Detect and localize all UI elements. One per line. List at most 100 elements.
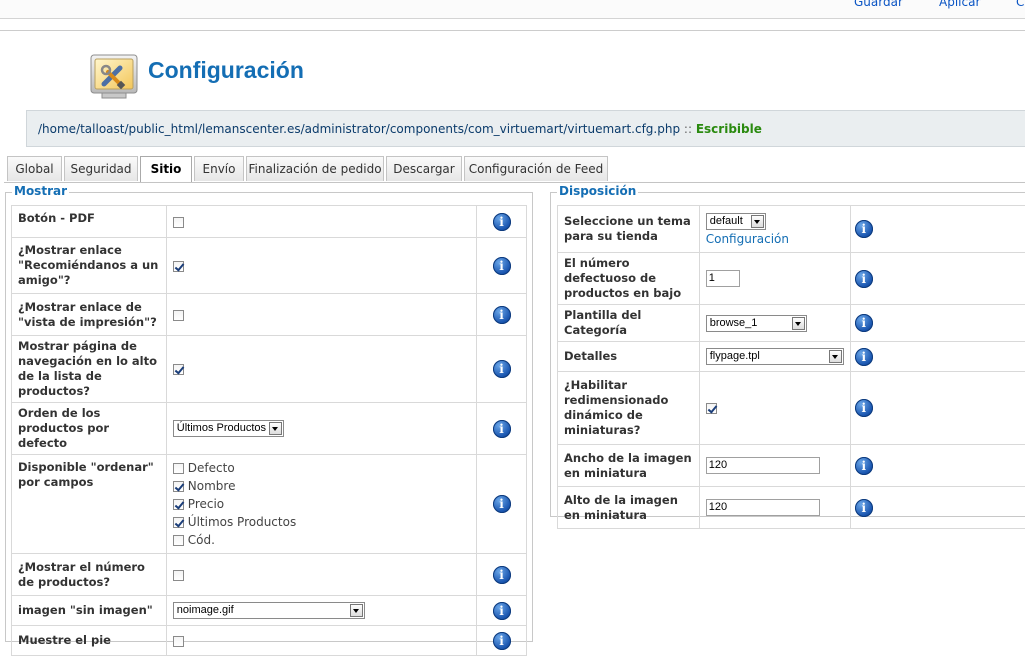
tab-configuracion-feed[interactable]: Configuración de Feed xyxy=(464,156,608,181)
config-row: Botón - PDF i xyxy=(12,206,527,238)
info-icon[interactable]: i xyxy=(855,457,873,475)
config-row: Ancho de la imagen en miniatura 120 i xyxy=(558,445,1025,487)
top-pagination-checkbox[interactable] xyxy=(173,364,184,375)
sort-option: Precio xyxy=(173,495,470,513)
sort-cod-checkbox[interactable] xyxy=(173,535,184,546)
sort-precio-checkbox[interactable] xyxy=(173,499,184,510)
row-label: Ancho de la imagen en miniatura xyxy=(558,445,700,487)
chevron-down-icon[interactable] xyxy=(350,604,363,617)
config-row: Seleccione un tema para su tienda defaul… xyxy=(558,206,1025,253)
thumb-height-input[interactable]: 120 xyxy=(706,499,820,516)
row-label: Botón - PDF xyxy=(12,206,167,238)
info-icon[interactable]: i xyxy=(855,348,873,366)
fieldset-legend: Disposición xyxy=(557,184,638,198)
products-per-row-input[interactable]: 1 xyxy=(706,270,740,287)
config-row: ¿Mostrar el número de productos? i xyxy=(12,554,527,596)
chevron-down-icon[interactable] xyxy=(792,317,805,330)
sort-option: Últimos Productos xyxy=(173,513,470,531)
flypage-select[interactable]: flypage.tpl xyxy=(706,348,844,365)
theme-select[interactable]: default xyxy=(706,213,766,230)
info-icon[interactable]: i xyxy=(855,270,873,288)
writable-status: Escribible xyxy=(696,122,762,136)
config-row: imagen "sin imagen" noimage.gif i xyxy=(12,596,527,626)
dynamic-thumb-resize-checkbox[interactable] xyxy=(706,403,717,414)
config-row: ¿Mostrar enlace de "vista de impresión"?… xyxy=(12,294,527,336)
info-icon[interactable]: i xyxy=(855,314,873,332)
default-order-select[interactable]: Últimos Productos xyxy=(173,420,284,437)
row-label: ¿Habilitar redimensionado dinámico de mi… xyxy=(558,372,700,445)
row-label: ¿Mostrar el número de productos? xyxy=(12,554,167,596)
print-view-checkbox[interactable] xyxy=(173,310,184,321)
config-tools-icon xyxy=(90,54,138,100)
row-label: Seleccione un tema para su tienda xyxy=(558,206,700,253)
show-footer-checkbox[interactable] xyxy=(173,636,184,647)
select-value: noimage.gif xyxy=(177,604,234,616)
tab-seguridad[interactable]: Seguridad xyxy=(64,156,138,181)
option-label: Defecto xyxy=(188,461,235,475)
option-label: Precio xyxy=(188,497,224,511)
info-icon[interactable]: i xyxy=(855,220,873,238)
tab-finalizacion-pedido[interactable]: Finalización de pedido xyxy=(246,156,384,181)
tab-descargar[interactable]: Descargar xyxy=(386,156,462,181)
info-icon[interactable]: i xyxy=(493,495,511,513)
info-icon[interactable]: i xyxy=(493,257,511,275)
sort-option: Nombre xyxy=(173,477,470,495)
header-divider xyxy=(0,30,1025,31)
apply-button[interactable]: Aplicar xyxy=(939,0,980,9)
sort-ultimos-checkbox[interactable] xyxy=(173,517,184,528)
config-row: Plantilla del Categoría browse_1 i xyxy=(558,305,1025,342)
chevron-down-icon[interactable] xyxy=(751,215,764,228)
option-label: Últimos Productos xyxy=(188,515,296,529)
no-image-select[interactable]: noimage.gif xyxy=(173,602,365,619)
config-row: Muestre el pie i xyxy=(12,626,527,656)
select-value: browse_1 xyxy=(710,317,758,329)
config-row: Orden de los productos por defecto Últim… xyxy=(12,403,527,455)
save-button[interactable]: Guardar xyxy=(854,0,903,9)
sort-option: Defecto xyxy=(173,459,470,477)
info-icon[interactable]: i xyxy=(493,602,511,620)
row-label: Alto de la imagen en miniatura xyxy=(558,487,700,529)
config-row: Mostrar página de navegación en lo alto … xyxy=(12,336,527,403)
info-icon[interactable]: i xyxy=(493,360,511,378)
info-icon[interactable]: i xyxy=(855,499,873,517)
chevron-down-icon[interactable] xyxy=(829,350,842,363)
show-product-count-checkbox[interactable] xyxy=(173,570,184,581)
cancel-button[interactable]: C xyxy=(1016,0,1024,9)
select-value: Últimos Productos xyxy=(177,422,266,434)
tab-envio[interactable]: Envío xyxy=(194,156,244,181)
row-label: Orden de los productos por defecto xyxy=(12,403,167,455)
config-row: ¿Habilitar redimensionado dinámico de mi… xyxy=(558,372,1025,445)
category-template-select[interactable]: browse_1 xyxy=(706,315,807,332)
row-label: ¿Mostrar enlace "Recomiéndanos a un amig… xyxy=(12,238,167,294)
info-icon[interactable]: i xyxy=(493,306,511,324)
select-value: flypage.tpl xyxy=(710,350,760,362)
config-row: ¿Mostrar enlace "Recomiéndanos a un amig… xyxy=(12,238,527,294)
pdf-button-checkbox[interactable] xyxy=(173,217,184,228)
info-icon[interactable]: i xyxy=(493,213,511,231)
chevron-down-icon[interactable] xyxy=(269,422,282,435)
info-icon[interactable]: i xyxy=(493,420,511,438)
disposicion-table: Seleccione un tema para su tienda defaul… xyxy=(557,205,1025,529)
thumb-width-input[interactable]: 120 xyxy=(706,457,820,474)
row-label: Mostrar página de navegación en lo alto … xyxy=(12,336,167,403)
sort-option: Cód. xyxy=(173,531,470,549)
sort-defecto-checkbox[interactable] xyxy=(173,463,184,474)
theme-config-link[interactable]: Configuración xyxy=(706,232,844,246)
sort-nombre-checkbox[interactable] xyxy=(173,481,184,492)
tab-underline xyxy=(4,182,1025,183)
info-icon[interactable]: i xyxy=(493,632,511,650)
config-file-path: /home/talloast/public_html/lemanscenter.… xyxy=(38,122,762,136)
tab-sitio[interactable]: Sitio xyxy=(140,156,192,183)
option-label: Nombre xyxy=(188,479,236,493)
info-icon[interactable]: i xyxy=(855,399,873,417)
recommend-friend-checkbox[interactable] xyxy=(173,261,184,272)
select-value: default xyxy=(710,215,743,227)
fieldset-legend: Mostrar xyxy=(12,184,69,198)
toolbar: Guardar Aplicar C xyxy=(0,0,1025,19)
config-row: El número defectuoso de productos en baj… xyxy=(558,253,1025,305)
config-file-path-bar: /home/talloast/public_html/lemanscenter.… xyxy=(26,110,1025,147)
page-title: Configuración xyxy=(148,57,304,84)
path-text: /home/talloast/public_html/lemanscenter.… xyxy=(38,122,680,136)
tab-global[interactable]: Global xyxy=(7,156,62,181)
info-icon[interactable]: i xyxy=(493,566,511,584)
